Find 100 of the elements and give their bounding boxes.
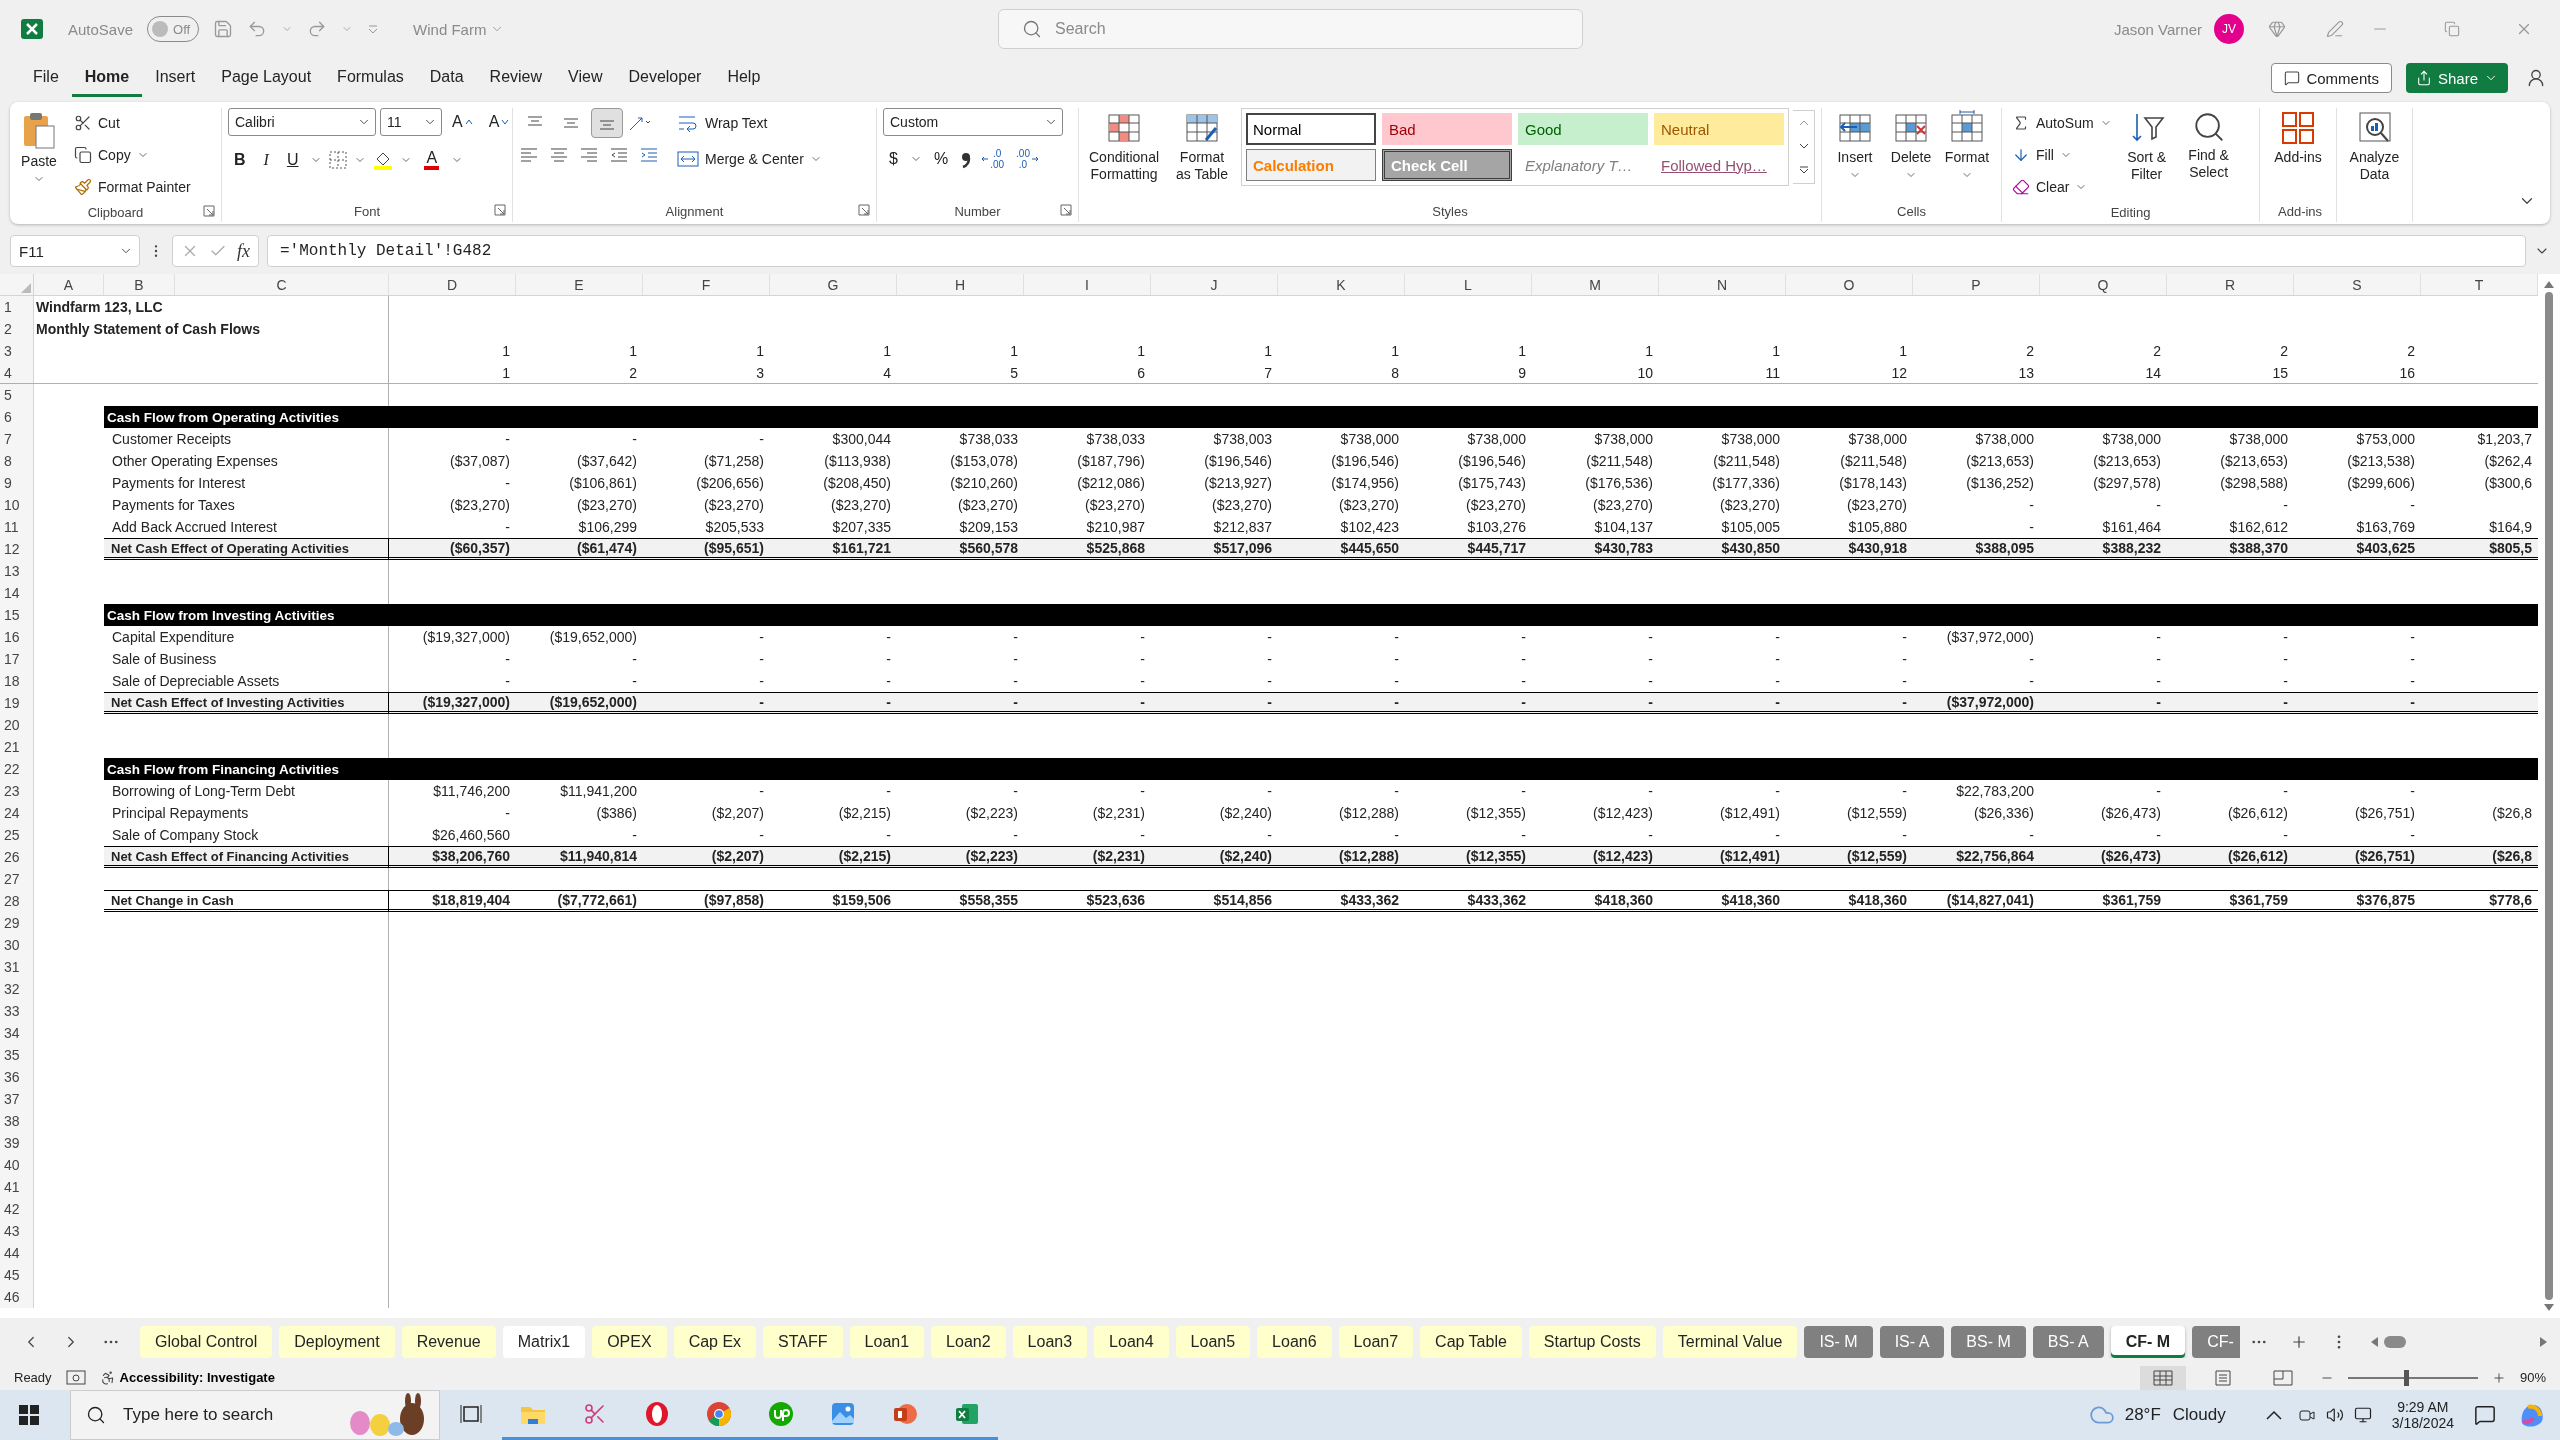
column-header[interactable]: E xyxy=(516,274,643,295)
cell-style-option[interactable]: Good xyxy=(1518,113,1648,145)
delete-button[interactable]: Delete xyxy=(1884,108,1938,183)
sheet-tab[interactable]: BS- A xyxy=(2032,1325,2104,1358)
borders-icon[interactable] xyxy=(328,150,349,170)
accessibility-button[interactable]: Accessibility: Investigate xyxy=(99,1369,275,1386)
scissors-icon[interactable] xyxy=(583,1401,607,1426)
chevron-up-icon[interactable] xyxy=(2265,1410,2282,1420)
font-color-button[interactable]: A xyxy=(418,148,446,172)
zoom-in-icon[interactable] xyxy=(2491,1370,2506,1385)
percent-button[interactable]: % xyxy=(927,148,955,170)
diamond-icon[interactable] xyxy=(2268,20,2286,38)
scroll-up-icon[interactable] xyxy=(2544,280,2554,288)
column-header[interactable]: I xyxy=(1024,274,1151,295)
fill-button[interactable]: Fill xyxy=(2008,140,2116,170)
scrollbar-thumb[interactable] xyxy=(2384,1335,2406,1348)
save-icon[interactable] xyxy=(213,19,234,39)
menu-tab[interactable]: Home xyxy=(71,59,143,97)
bold-button[interactable]: B xyxy=(228,149,252,171)
dialog-launcher-icon[interactable] xyxy=(1060,204,1072,216)
sheet-tab[interactable]: Matrix1 xyxy=(502,1325,586,1358)
search-field[interactable]: Search xyxy=(998,9,1583,49)
font-name-dropdown[interactable]: Calibri xyxy=(228,108,376,136)
comments-button[interactable]: Comments xyxy=(2271,63,2392,93)
column-header[interactable]: K xyxy=(1278,274,1405,295)
volume-icon[interactable] xyxy=(2325,1406,2344,1424)
sheet-tab[interactable]: Loan1 xyxy=(849,1325,925,1358)
column-header[interactable]: A xyxy=(34,274,104,295)
column-header[interactable]: S xyxy=(2294,274,2421,295)
normal-view-button[interactable] xyxy=(2139,1365,2186,1390)
cut-button[interactable]: Cut xyxy=(70,108,195,138)
scroll-left-icon[interactable] xyxy=(2370,1336,2378,1347)
menu-tab[interactable]: Page Layout xyxy=(208,59,325,97)
align-left-icon[interactable] xyxy=(519,146,539,164)
share-button[interactable]: Share xyxy=(2405,63,2508,93)
decrease-font-size-button[interactable]: A xyxy=(482,111,516,133)
scrollbar-thumb[interactable] xyxy=(2545,292,2553,1300)
decrease-indent-icon[interactable] xyxy=(609,146,629,164)
sheet-tab[interactable]: Loan6 xyxy=(1257,1325,1332,1358)
increase-font-size-button[interactable]: A xyxy=(446,111,479,133)
underline-button[interactable]: U xyxy=(280,149,305,171)
insert-function-button[interactable]: fx xyxy=(237,240,250,262)
taskbar-search-field[interactable]: Type here to search xyxy=(70,1390,440,1440)
scroll-down-icon[interactable] xyxy=(2544,1304,2554,1312)
column-header[interactable]: N xyxy=(1659,274,1786,295)
menu-tab[interactable]: Insert xyxy=(142,59,209,97)
user-avatar[interactable]: JV xyxy=(2214,14,2244,44)
copy-button[interactable]: Copy xyxy=(70,140,195,170)
sheet-tab[interactable]: Loan2 xyxy=(931,1325,1006,1358)
wrap-text-button[interactable]: Wrap Text xyxy=(673,108,826,138)
column-header[interactable]: C xyxy=(175,274,389,295)
column-header[interactable]: D xyxy=(389,274,516,295)
sheet-tab[interactable]: Deployment xyxy=(279,1325,395,1358)
align-right-icon[interactable] xyxy=(579,146,599,164)
menu-tab[interactable]: File xyxy=(20,59,72,97)
format-painter-button[interactable]: Format Painter xyxy=(70,172,195,202)
macro-record-icon[interactable] xyxy=(65,1369,86,1386)
conditional-formatting-button[interactable]: Conditional Formatting xyxy=(1085,108,1164,185)
sheet-tab[interactable]: Loan3 xyxy=(1012,1325,1088,1358)
chrome-icon[interactable] xyxy=(706,1400,732,1427)
dialog-launcher-icon[interactable] xyxy=(203,205,215,217)
dialog-launcher-icon[interactable] xyxy=(858,204,870,216)
autosum-button[interactable]: AutoSum xyxy=(2008,108,2116,138)
sheet-tab[interactable]: IS- A xyxy=(1879,1325,1945,1358)
cell-style-option[interactable]: Normal xyxy=(1246,113,1376,145)
sheet-tab[interactable]: Loan4 xyxy=(1094,1325,1169,1358)
sheet-tab[interactable]: Cap Table xyxy=(1420,1325,1522,1358)
format-as-table-button[interactable]: Format as Table xyxy=(1167,108,1237,185)
menu-tab[interactable]: Formulas xyxy=(324,59,417,97)
formula-input[interactable]: ='Monthly Detail'!G482 xyxy=(267,235,2526,267)
menu-tab[interactable]: Help xyxy=(714,59,774,97)
sort-filter-button[interactable]: Sort & Filter xyxy=(2117,108,2176,185)
decrease-decimal-button[interactable]: .00 .0 xyxy=(1013,148,1042,170)
column-header[interactable]: M xyxy=(1532,274,1659,295)
menu-tab[interactable]: Review xyxy=(476,59,556,97)
paste-button[interactable]: Paste xyxy=(16,108,62,187)
font-size-dropdown[interactable]: 11 xyxy=(380,108,442,136)
customize-toolbar-icon[interactable] xyxy=(367,23,380,35)
cell-style-option[interactable]: Bad xyxy=(1382,113,1512,145)
column-header[interactable]: Q xyxy=(2040,274,2167,295)
menu-tab[interactable]: View xyxy=(555,59,616,97)
column-header[interactable]: F xyxy=(643,274,770,295)
sheet-tab[interactable]: Startup Costs xyxy=(1528,1325,1656,1358)
currency-button[interactable]: $ xyxy=(883,148,904,170)
sheet-tab[interactable]: Global Control xyxy=(140,1325,273,1358)
restore-icon[interactable] xyxy=(2444,21,2460,37)
name-box[interactable]: F11 xyxy=(10,235,140,267)
opera-icon[interactable] xyxy=(644,1400,670,1427)
network-icon[interactable] xyxy=(2353,1406,2372,1424)
cell-style-option[interactable]: Neutral xyxy=(1654,113,1784,145)
add-ins-button[interactable]: Add-ins xyxy=(2266,108,2330,168)
column-header[interactable]: J xyxy=(1151,274,1278,295)
number-format-dropdown[interactable]: Custom xyxy=(883,108,1063,136)
dialog-launcher-icon[interactable] xyxy=(494,204,506,216)
gallery-scroll[interactable] xyxy=(1793,110,1815,184)
column-header[interactable]: O xyxy=(1786,274,1913,295)
photos-icon[interactable] xyxy=(830,1400,856,1427)
column-header[interactable]: L xyxy=(1405,274,1532,295)
analyze-data-button[interactable]: Analyze Data xyxy=(2343,108,2406,185)
column-header[interactable]: B xyxy=(104,274,175,295)
